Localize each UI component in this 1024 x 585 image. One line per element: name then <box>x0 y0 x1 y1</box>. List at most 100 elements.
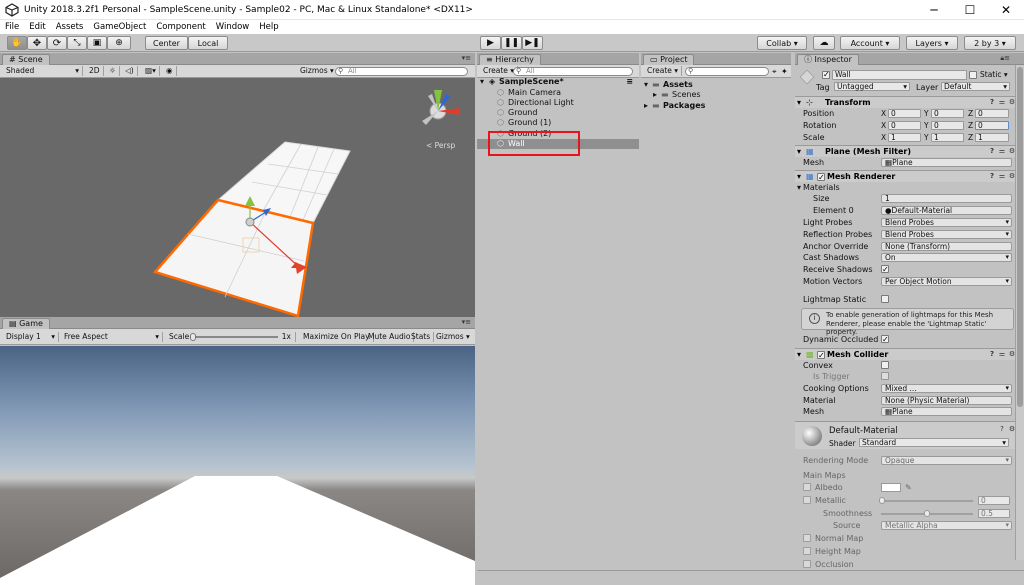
light-probes-dropdown[interactable]: Blend Probes <box>881 218 1012 227</box>
cooking-options-dropdown[interactable]: Mixed ... <box>881 384 1012 393</box>
game-gizmos-dropdown[interactable]: Gizmos ▾ <box>433 332 473 342</box>
scale-tool-button[interactable]: ⤡ <box>67 36 87 50</box>
tab-game[interactable]: ▤ Game <box>2 318 50 329</box>
preset-icon[interactable]: ⚌ <box>998 98 1006 106</box>
height-map-texture-slot[interactable] <box>803 547 811 555</box>
is-trigger-checkbox[interactable] <box>881 372 889 380</box>
project-search-input[interactable]: ⚲ <box>685 67 769 76</box>
receive-shadows-checkbox[interactable] <box>881 264 889 275</box>
dynamic-occluded-checkbox[interactable] <box>881 334 889 345</box>
scene-menu-icon[interactable]: ≡ <box>626 77 633 87</box>
pivot-local-button[interactable]: Local <box>188 36 228 50</box>
transform-tool-button[interactable]: ⊕ <box>107 36 131 50</box>
albedo-texture-slot[interactable] <box>803 483 811 491</box>
inspector-scrollbar[interactable] <box>1015 65 1024 560</box>
size-field[interactable]: 1 <box>881 194 1012 203</box>
scale-y-field[interactable]: 1 <box>931 133 964 142</box>
occlusion-texture-slot[interactable] <box>803 560 811 568</box>
active-checkbox[interactable] <box>822 70 830 79</box>
mesh-field[interactable]: ▦Plane <box>881 158 1012 167</box>
metallic-slider[interactable] <box>881 500 973 502</box>
help-icon[interactable]: ? <box>988 147 996 155</box>
game-viewport[interactable] <box>0 346 475 585</box>
tab-scene[interactable]: # Scene <box>2 54 50 65</box>
rendering-mode-dropdown[interactable]: Opaque <box>881 456 1012 465</box>
menu-component[interactable]: Component <box>156 22 205 32</box>
panel-menu-icon[interactable]: ▾≡ <box>462 318 471 326</box>
mesh-filter-header[interactable]: ▾ ▦ Plane (Mesh Filter) ? ⚌ ⚙ <box>795 145 1024 157</box>
display-dropdown[interactable]: Display 1 ▾ <box>3 332 59 342</box>
rotation-x-field[interactable]: 0 <box>888 121 921 130</box>
maximize-on-play-toggle[interactable]: Maximize On Play <box>300 332 374 342</box>
pause-button[interactable]: ❚❚ <box>501 36 522 50</box>
shading-mode-dropdown[interactable]: Shaded ▾ <box>3 66 83 76</box>
object-name-field[interactable]: Wall <box>832 70 967 80</box>
mesh-renderer-header[interactable]: ▾ ▦ Mesh Renderer ?⚌⚙ <box>795 170 1024 183</box>
filter-icon[interactable]: ⌖ <box>772 67 777 77</box>
scale-x-field[interactable]: 1 <box>888 133 921 142</box>
minimize-button[interactable]: ─ <box>916 0 952 20</box>
static-dropdown[interactable]: Static ▾ <box>980 70 1008 79</box>
hand-tool-button[interactable]: ✋ <box>7 36 27 50</box>
tab-inspector[interactable]: ⓘ Inspector <box>797 54 859 65</box>
mesh-collider-header[interactable]: ▾ ▩ Mesh Collider ?⚌⚙ <box>795 348 1024 361</box>
hierarchy-search-input[interactable]: ⚲ All <box>513 67 633 76</box>
pivot-center-button[interactable]: Center <box>145 36 188 50</box>
lightmap-static-checkbox[interactable] <box>881 295 889 303</box>
cast-shadows-dropdown[interactable]: On <box>881 253 1012 262</box>
material-header[interactable]: Default-Material Shader Standard ▾ ? ⚙ <box>795 421 1024 449</box>
preset-icon[interactable]: ⚌ <box>998 147 1006 155</box>
aspect-dropdown[interactable]: Free Aspect ▾ <box>61 332 163 342</box>
hidden-objects-toggle[interactable]: ◉ <box>163 66 177 76</box>
packages-folder[interactable]: ▸ ▬ Packages <box>641 101 791 111</box>
motion-vectors-dropdown[interactable]: Per Object Motion <box>881 277 1012 286</box>
help-icon[interactable]: ? <box>988 350 996 358</box>
eyedropper-icon[interactable]: ✎ <box>905 482 912 493</box>
albedo-color-swatch[interactable] <box>881 483 901 492</box>
static-checkbox[interactable] <box>969 71 977 79</box>
layout-button[interactable]: 2 by 3 ▾ <box>964 36 1016 50</box>
help-icon[interactable]: ? <box>988 98 996 106</box>
materials-row[interactable]: ▾ Materials <box>795 182 1024 193</box>
tab-hierarchy[interactable]: ≡ Hierarchy <box>479 54 541 65</box>
source-dropdown[interactable]: Metallic Alpha <box>881 521 1012 530</box>
metallic-field[interactable]: 0 <box>978 496 1010 505</box>
move-tool-button[interactable]: ✥ <box>27 36 47 50</box>
shader-dropdown[interactable]: Standard ▾ <box>859 438 1009 447</box>
reflection-probes-dropdown[interactable]: Blend Probes <box>881 230 1012 239</box>
account-button[interactable]: Account ▾ <box>840 36 900 50</box>
scale-slider-thumb[interactable] <box>190 333 196 341</box>
lock-icon[interactable]: 🔒︎≡ <box>1000 54 1010 63</box>
step-button[interactable]: ▶❚ <box>522 36 543 50</box>
anchor-override-field[interactable]: None (Transform) <box>881 242 1012 251</box>
scene-search-input[interactable]: ⚲ All <box>335 67 468 76</box>
menu-file[interactable]: File <box>5 22 19 32</box>
menu-assets[interactable]: Assets <box>56 22 84 32</box>
scene-gizmos-dropdown[interactable]: Gizmos ▾ <box>297 66 337 76</box>
preset-icon[interactable]: ⚌ <box>998 172 1006 180</box>
rotation-y-field[interactable]: 0 <box>931 121 964 130</box>
list-item[interactable]: ⬡ Ground <box>477 108 639 118</box>
menu-gameobject[interactable]: GameObject <box>93 22 146 32</box>
scale-slider[interactable]: Scale 1x <box>166 332 296 342</box>
transform-header[interactable]: ▾ ⊹ Transform ? ⚌ ⚙ <box>795 96 1024 108</box>
project-create-dropdown[interactable]: Create ▾ <box>644 66 683 76</box>
normal-map-texture-slot[interactable] <box>803 534 811 542</box>
menu-edit[interactable]: Edit <box>29 22 45 32</box>
list-item[interactable]: ⬡ Main Camera <box>477 88 639 98</box>
mesh-renderer-enabled-checkbox[interactable] <box>817 172 825 183</box>
close-button[interactable]: ✕ <box>988 0 1024 20</box>
panel-menu-icon[interactable]: ▾≡ <box>462 54 471 62</box>
tag-icon[interactable]: ✦ <box>781 67 788 76</box>
element0-field[interactable]: ●Default-Material <box>881 206 1012 215</box>
mesh-collider-enabled-checkbox[interactable] <box>817 350 825 361</box>
rotate-tool-button[interactable]: ⟳ <box>47 36 67 50</box>
position-x-field[interactable]: 0 <box>888 109 921 118</box>
menu-help[interactable]: Help <box>259 22 278 32</box>
scale-z-field[interactable]: 1 <box>975 133 1009 142</box>
tab-project[interactable]: ▭ Project <box>643 54 695 65</box>
position-z-field[interactable]: 0 <box>975 109 1009 118</box>
tag-dropdown[interactable]: Untagged ▾ <box>834 82 910 91</box>
menu-window[interactable]: Window <box>216 22 250 32</box>
play-button[interactable]: ▶ <box>480 36 501 50</box>
